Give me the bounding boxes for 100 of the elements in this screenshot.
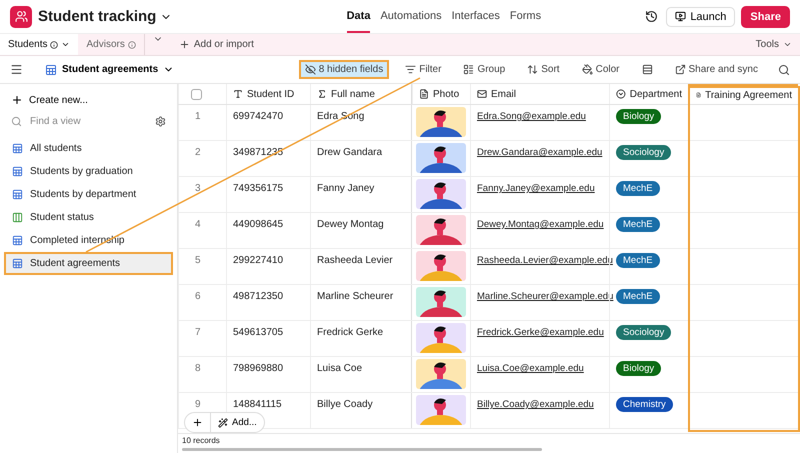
scrollbar[interactable] bbox=[182, 448, 542, 451]
view-switcher[interactable]: Student agreements bbox=[39, 62, 180, 76]
table-cell: Billye Coady bbox=[310, 393, 412, 428]
email-link[interactable]: Fanny.Janey@example.edu bbox=[477, 183, 595, 194]
row-number: 6 bbox=[178, 285, 226, 320]
email-link[interactable]: Drew.Gandara@example.edu bbox=[477, 147, 602, 158]
eye-slash-icon bbox=[304, 64, 316, 75]
table-cell: Dewey Montag bbox=[310, 213, 412, 248]
row-number: 1 bbox=[178, 105, 226, 140]
email-link[interactable]: Fredrick.Gerke@example.edu bbox=[477, 327, 604, 338]
app-logo[interactable] bbox=[10, 6, 32, 28]
document-icon bbox=[419, 89, 429, 99]
letter-icon bbox=[233, 89, 243, 99]
chevron-down-icon bbox=[783, 40, 792, 49]
view-item[interactable]: Students by department bbox=[4, 183, 173, 206]
grid-icon bbox=[12, 166, 23, 177]
record-count: 10 records bbox=[182, 436, 221, 445]
color-button[interactable]: Color bbox=[576, 60, 626, 79]
department-tag: Biology bbox=[616, 109, 662, 124]
table-tab[interactable]: Students bbox=[0, 34, 78, 55]
search-icon bbox=[11, 116, 22, 127]
column-header[interactable]: Student ID bbox=[226, 84, 310, 104]
external-link-icon bbox=[674, 64, 686, 75]
info-icon bbox=[128, 40, 136, 48]
add-or-import-button[interactable]: Add or import bbox=[170, 34, 262, 55]
table-cell: Fredrick Gerke bbox=[310, 321, 412, 356]
email-link[interactable]: Marline.Scheurer@example.edu bbox=[477, 291, 614, 302]
view-item[interactable]: Students by graduation bbox=[4, 160, 173, 183]
hidden-button[interactable]: 8 hidden fields bbox=[298, 60, 390, 79]
grid-icon bbox=[12, 235, 23, 246]
row-number: 3 bbox=[178, 177, 226, 212]
dropdown-icon bbox=[616, 89, 626, 99]
table-cell: 299227410 bbox=[226, 249, 310, 284]
magic-wand-icon bbox=[218, 418, 228, 428]
department-tag: Biology bbox=[616, 361, 662, 376]
department-tag: Chemistry bbox=[616, 397, 673, 412]
group-button[interactable]: Group bbox=[457, 60, 512, 79]
table-cell: Marline Scheurer bbox=[310, 285, 412, 320]
nav-tab[interactable]: Interfaces bbox=[452, 0, 500, 33]
table-cell: Rasheeda Levier bbox=[310, 249, 412, 284]
settings-icon[interactable] bbox=[155, 116, 166, 127]
column-header[interactable]: Full name bbox=[310, 84, 412, 104]
table-cell: 549613705 bbox=[226, 321, 310, 356]
document-icon bbox=[696, 90, 702, 100]
email-link[interactable]: Edra.Song@example.edu bbox=[477, 111, 586, 122]
table-tab[interactable]: Advisors bbox=[78, 34, 144, 55]
grid-icon bbox=[12, 189, 23, 200]
email-link[interactable]: Luisa.Coe@example.edu bbox=[477, 363, 584, 374]
table-cell: Drew Gandara bbox=[310, 141, 412, 176]
kanban-icon bbox=[12, 212, 23, 223]
tools-menu[interactable]: Tools bbox=[748, 34, 800, 55]
table-cell: 749356175 bbox=[226, 177, 310, 212]
column-header[interactable]: Email bbox=[470, 84, 609, 104]
table-cell: Luisa Coe bbox=[310, 357, 412, 392]
chevron-down-icon bbox=[61, 40, 70, 49]
view-item[interactable]: Student status bbox=[4, 206, 173, 229]
base-title: Student tracking bbox=[38, 8, 156, 25]
department-tag: Sociology bbox=[616, 145, 672, 160]
column-header[interactable]: Photo bbox=[412, 84, 470, 104]
plus-icon bbox=[11, 94, 23, 106]
launch-button[interactable]: Launch bbox=[666, 6, 736, 26]
email-link[interactable]: Rasheeda.Levier@example.edu bbox=[477, 255, 613, 266]
people-icon bbox=[14, 10, 28, 23]
nav-tab[interactable]: Forms bbox=[510, 0, 542, 33]
department-tag: Sociology bbox=[616, 325, 672, 340]
nav-tab[interactable]: Automations bbox=[380, 0, 442, 33]
list-icon bbox=[463, 64, 474, 75]
create-new-button[interactable]: Create new... bbox=[4, 90, 173, 110]
email-link[interactable]: Billye.Coady@example.edu bbox=[477, 399, 594, 410]
department-tag: MechE bbox=[616, 181, 660, 196]
row-number: 4 bbox=[178, 213, 226, 248]
plus-icon bbox=[192, 417, 203, 428]
sort-button[interactable]: Sort bbox=[521, 60, 566, 79]
share-button[interactable]: Share bbox=[741, 6, 790, 28]
table-cell: 798969880 bbox=[226, 357, 310, 392]
envelope-icon bbox=[477, 89, 487, 99]
row-number: 5 bbox=[178, 249, 226, 284]
view-item[interactable]: All students bbox=[4, 137, 173, 160]
select-all-checkbox[interactable] bbox=[191, 88, 202, 100]
table-cell: 699742470 bbox=[226, 105, 310, 140]
menu-icon bbox=[10, 63, 23, 76]
department-tag: MechE bbox=[616, 289, 660, 304]
history-icon[interactable] bbox=[645, 10, 658, 23]
column-header[interactable]: Department bbox=[609, 84, 688, 104]
department-tag: MechE bbox=[616, 217, 660, 232]
sort-icon bbox=[527, 64, 538, 75]
row-number: 8 bbox=[178, 357, 226, 392]
column-header[interactable]: Training Agreement bbox=[688, 84, 798, 104]
filter-button[interactable]: Filter bbox=[399, 60, 448, 79]
filter-icon bbox=[405, 64, 416, 75]
share-button[interactable]: Share and sync bbox=[668, 60, 764, 79]
view-item[interactable]: Student agreements bbox=[4, 252, 173, 275]
table-cell: Fanny Janey bbox=[310, 177, 412, 212]
grid-icon bbox=[45, 64, 57, 76]
email-link[interactable]: Dewey.Montag@example.edu bbox=[477, 219, 604, 230]
department-tag: MechE bbox=[616, 253, 660, 268]
find-view-field[interactable]: Find a view bbox=[28, 115, 149, 128]
table-cell: 498712350 bbox=[226, 285, 310, 320]
grid-icon bbox=[12, 258, 23, 269]
row-number: 7 bbox=[178, 321, 226, 356]
